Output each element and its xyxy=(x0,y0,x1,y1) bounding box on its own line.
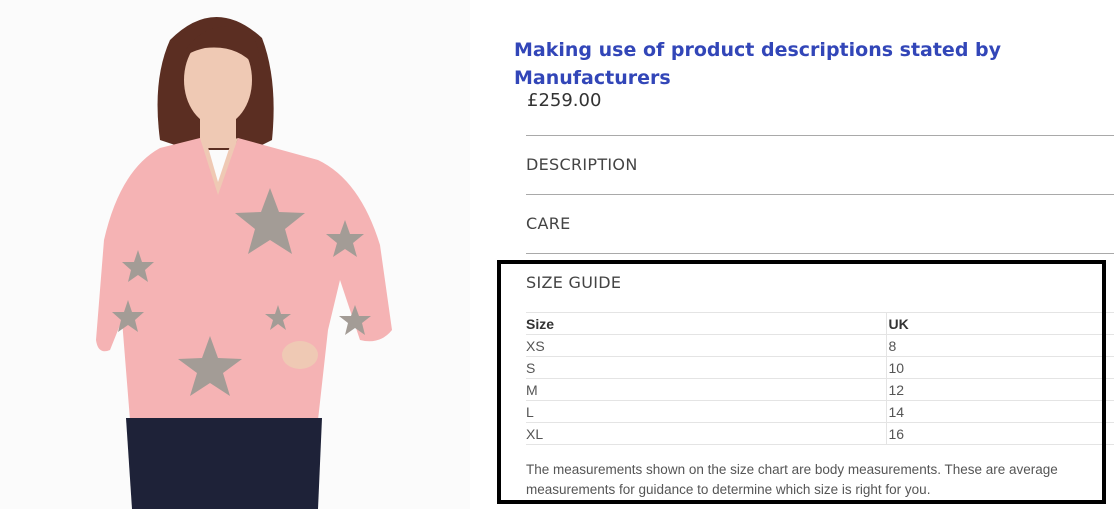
annotation-title: Making use of product descriptions state… xyxy=(514,39,1002,89)
highlight-box xyxy=(497,260,1106,504)
accordion-care[interactable]: CARE xyxy=(526,195,1114,253)
model-illustration xyxy=(0,0,470,509)
product-image[interactable] xyxy=(0,0,470,509)
accordion-description[interactable]: DESCRIPTION xyxy=(526,136,1114,194)
product-price: £259.00 xyxy=(527,90,602,111)
